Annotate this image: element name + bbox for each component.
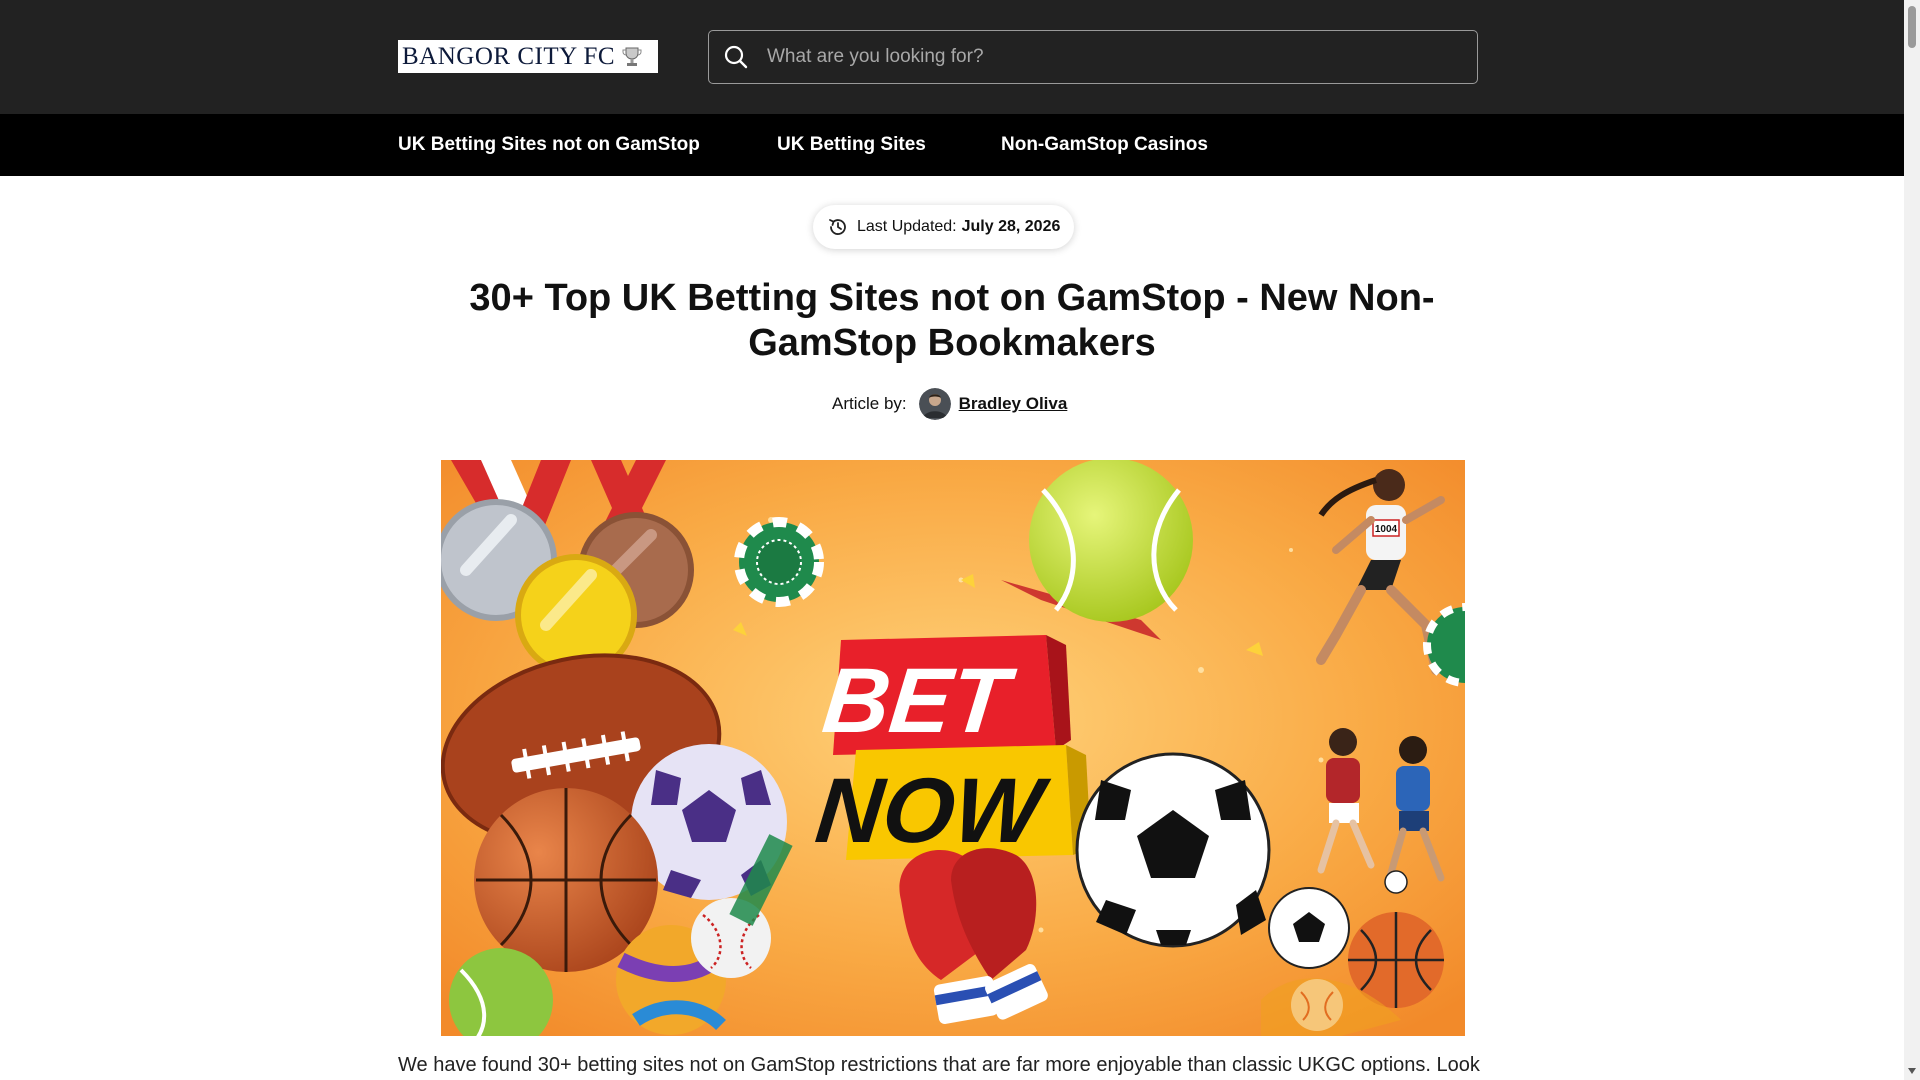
- byline: Article by: Bradley Oliva: [832, 388, 1067, 420]
- author-avatar[interactable]: [918, 388, 951, 420]
- bet-now-sign: BET NOW: [811, 635, 1091, 862]
- search-box[interactable]: [708, 30, 1478, 84]
- now-text: NOW: [811, 758, 1054, 862]
- search-input[interactable]: [767, 46, 1447, 68]
- logo-text: BANGOR CITY FC: [402, 42, 616, 70]
- soccer-ball-small: [1268, 887, 1350, 969]
- trophy-icon: [622, 47, 642, 66]
- search-icon[interactable]: [723, 44, 749, 70]
- hero-image: BET NOW 1004: [441, 460, 1465, 1036]
- last-updated-badge: Last Updated: July 28, 2026: [813, 205, 1075, 249]
- main-nav: UK Betting Sites not on GamStop UK Betti…: [0, 114, 1904, 176]
- scroll-down-arrow-icon[interactable]: [1908, 1068, 1916, 1074]
- sports-betting-illustration: BET NOW 1004: [441, 460, 1465, 1036]
- author-link[interactable]: Bradley Oliva: [959, 394, 1068, 414]
- soccer-ball-large: [1075, 752, 1271, 948]
- nav-item-uk-betting-sites[interactable]: UK Betting Sites: [777, 114, 926, 176]
- scrollbar-thumb[interactable]: [1908, 6, 1916, 48]
- bet-text: BET: [818, 648, 1020, 752]
- runner-bib: 1004: [1375, 524, 1398, 535]
- site-header: BANGOR CITY FC: [0, 0, 1904, 114]
- history-clock-icon: [829, 219, 846, 235]
- page-scrollbar[interactable]: [1904, 0, 1920, 1080]
- last-updated-date: July 28, 2026: [961, 218, 1061, 235]
- poker-chip: [734, 517, 824, 607]
- intro-paragraph: We have found 30+ betting sites not on G…: [398, 1054, 1480, 1076]
- page-title: 30+ Top UK Betting Sites not on GamStop …: [469, 277, 1435, 364]
- byline-label: Article by:: [832, 394, 907, 413]
- nav-item-betting-sites-not-on-gamstop[interactable]: UK Betting Sites not on GamStop: [398, 114, 700, 176]
- site-logo[interactable]: BANGOR CITY FC: [398, 40, 658, 73]
- nav-item-non-gamstop-casinos[interactable]: Non-GamStop Casinos: [1001, 114, 1208, 176]
- last-updated-label: Last Updated:: [857, 218, 957, 235]
